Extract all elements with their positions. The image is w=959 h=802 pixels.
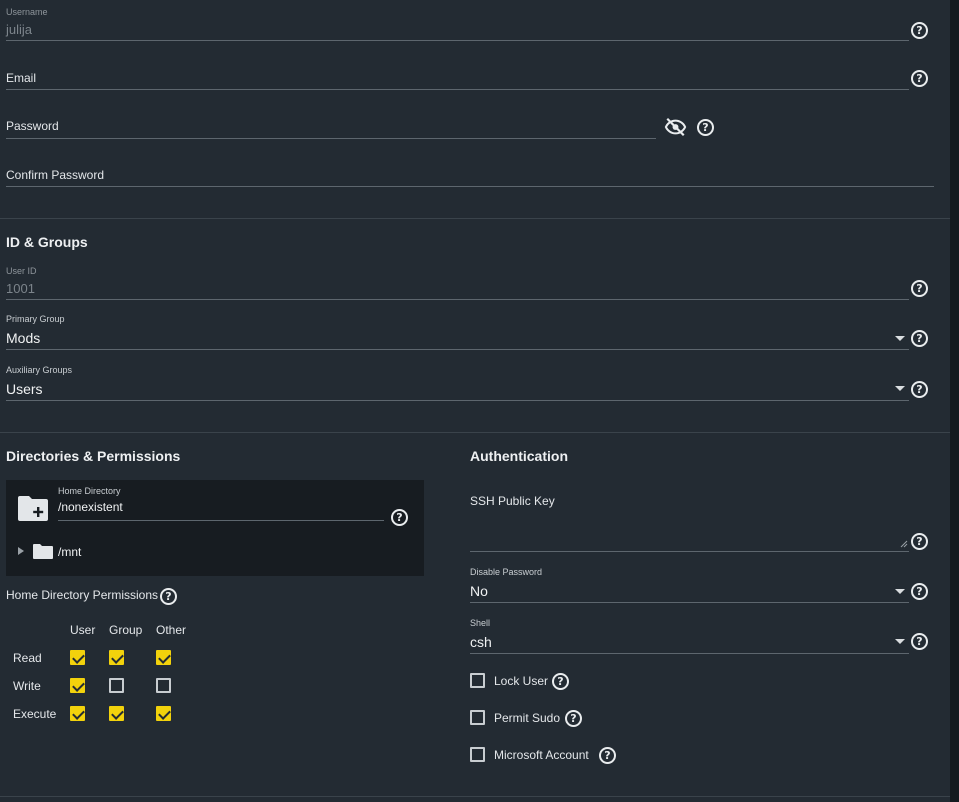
- lock-user-label: Lock User: [494, 674, 549, 688]
- home-directory-underline: [58, 520, 384, 521]
- user-id-underline: [6, 299, 909, 300]
- permit-sudo-label: Permit Sudo: [494, 711, 561, 725]
- resize-handle-icon[interactable]: [900, 540, 908, 548]
- username-label: Username: [6, 7, 48, 17]
- ssh-key-textarea[interactable]: [470, 512, 909, 550]
- microsoft-account-label: Microsoft Account: [494, 748, 589, 762]
- microsoft-account-help-icon[interactable]: ?: [599, 747, 616, 764]
- read-group-checkbox[interactable]: [109, 650, 124, 665]
- permit-sudo-help-icon[interactable]: ?: [565, 710, 582, 727]
- execute-group-checkbox[interactable]: [109, 706, 124, 721]
- permissions-col-group: Group: [109, 623, 143, 637]
- auxiliary-groups-chevron-down-icon[interactable]: [895, 386, 905, 391]
- ssh-key-underline: [470, 551, 909, 552]
- auxiliary-groups-label: Auxiliary Groups: [6, 365, 73, 375]
- write-group-checkbox[interactable]: [109, 678, 124, 693]
- primary-group-underline: [6, 349, 909, 350]
- email-help-icon[interactable]: ?: [911, 70, 928, 87]
- folder-icon: [33, 544, 53, 559]
- divider: [0, 796, 950, 797]
- disable-password-chevron-down-icon[interactable]: [895, 589, 905, 594]
- password-field[interactable]: Password: [6, 119, 59, 133]
- id-groups-title: ID & Groups: [6, 234, 88, 250]
- password-underline: [6, 138, 656, 139]
- disable-password-select[interactable]: No: [470, 583, 488, 599]
- user-id-help-icon[interactable]: ?: [911, 280, 928, 297]
- directories-title: Directories & Permissions: [6, 448, 181, 464]
- execute-user-checkbox[interactable]: [70, 706, 85, 721]
- divider: [0, 218, 950, 219]
- write-other-checkbox[interactable]: [156, 678, 171, 693]
- home-permissions-label: Home Directory Permissions: [6, 588, 159, 602]
- confirm-password-field[interactable]: Confirm Password: [6, 168, 104, 182]
- microsoft-account-checkbox[interactable]: [470, 747, 485, 762]
- primary-group-label: Primary Group: [6, 314, 65, 324]
- permissions-col-user: User: [70, 623, 96, 637]
- read-user-checkbox[interactable]: [70, 650, 85, 665]
- read-other-checkbox[interactable]: [156, 650, 171, 665]
- user-id-label: User ID: [6, 266, 37, 276]
- shell-underline: [470, 653, 909, 654]
- permissions-row-read: Read: [13, 651, 42, 665]
- email-underline: [6, 89, 909, 90]
- ssh-key-help-icon[interactable]: ?: [911, 533, 928, 550]
- execute-other-checkbox[interactable]: [156, 706, 171, 721]
- username-value: julija: [6, 22, 33, 37]
- auxiliary-groups-underline: [6, 400, 909, 401]
- home-permissions-help-icon[interactable]: ?: [160, 588, 177, 605]
- shell-label: Shell: [470, 618, 491, 628]
- primary-group-help-icon[interactable]: ?: [911, 330, 928, 347]
- home-directory-label: Home Directory: [58, 486, 121, 496]
- disable-password-help-icon[interactable]: ?: [911, 583, 928, 600]
- primary-group-chevron-down-icon[interactable]: [895, 336, 905, 341]
- disable-password-label: Disable Password: [470, 567, 543, 577]
- folder-plus-icon[interactable]: [17, 495, 49, 522]
- tree-item-mnt[interactable]: /mnt: [58, 545, 81, 559]
- authentication-title: Authentication: [470, 448, 568, 464]
- disable-password-underline: [470, 602, 909, 603]
- password-help-icon[interactable]: ?: [697, 119, 714, 136]
- write-user-checkbox[interactable]: [70, 678, 85, 693]
- username-underline: [6, 40, 909, 41]
- permissions-col-other: Other: [156, 623, 187, 637]
- email-field[interactable]: Email: [6, 71, 36, 85]
- lock-user-help-icon[interactable]: ?: [552, 673, 569, 690]
- tree-expand-icon[interactable]: [18, 547, 24, 555]
- primary-group-select[interactable]: Mods: [6, 330, 40, 346]
- permit-sudo-checkbox[interactable]: [470, 710, 485, 725]
- ssh-key-label: SSH Public Key: [470, 494, 555, 508]
- auxiliary-groups-select[interactable]: Users: [6, 381, 43, 397]
- eye-off-icon[interactable]: [664, 116, 687, 138]
- confirm-password-underline: [6, 186, 934, 187]
- username-help-icon[interactable]: ?: [911, 22, 928, 39]
- user-id-value: 1001: [6, 281, 35, 296]
- home-directory-help-icon[interactable]: ?: [391, 509, 408, 526]
- divider: [0, 432, 950, 433]
- scrollbar[interactable]: [950, 0, 959, 802]
- shell-help-icon[interactable]: ?: [911, 633, 928, 650]
- shell-chevron-down-icon[interactable]: [895, 639, 905, 644]
- shell-select[interactable]: csh: [470, 634, 492, 650]
- permissions-row-execute: Execute: [13, 707, 57, 721]
- lock-user-checkbox[interactable]: [470, 673, 485, 688]
- auxiliary-groups-help-icon[interactable]: ?: [911, 381, 928, 398]
- home-directory-input[interactable]: /nonexistent: [58, 500, 123, 514]
- permissions-row-write: Write: [13, 679, 41, 693]
